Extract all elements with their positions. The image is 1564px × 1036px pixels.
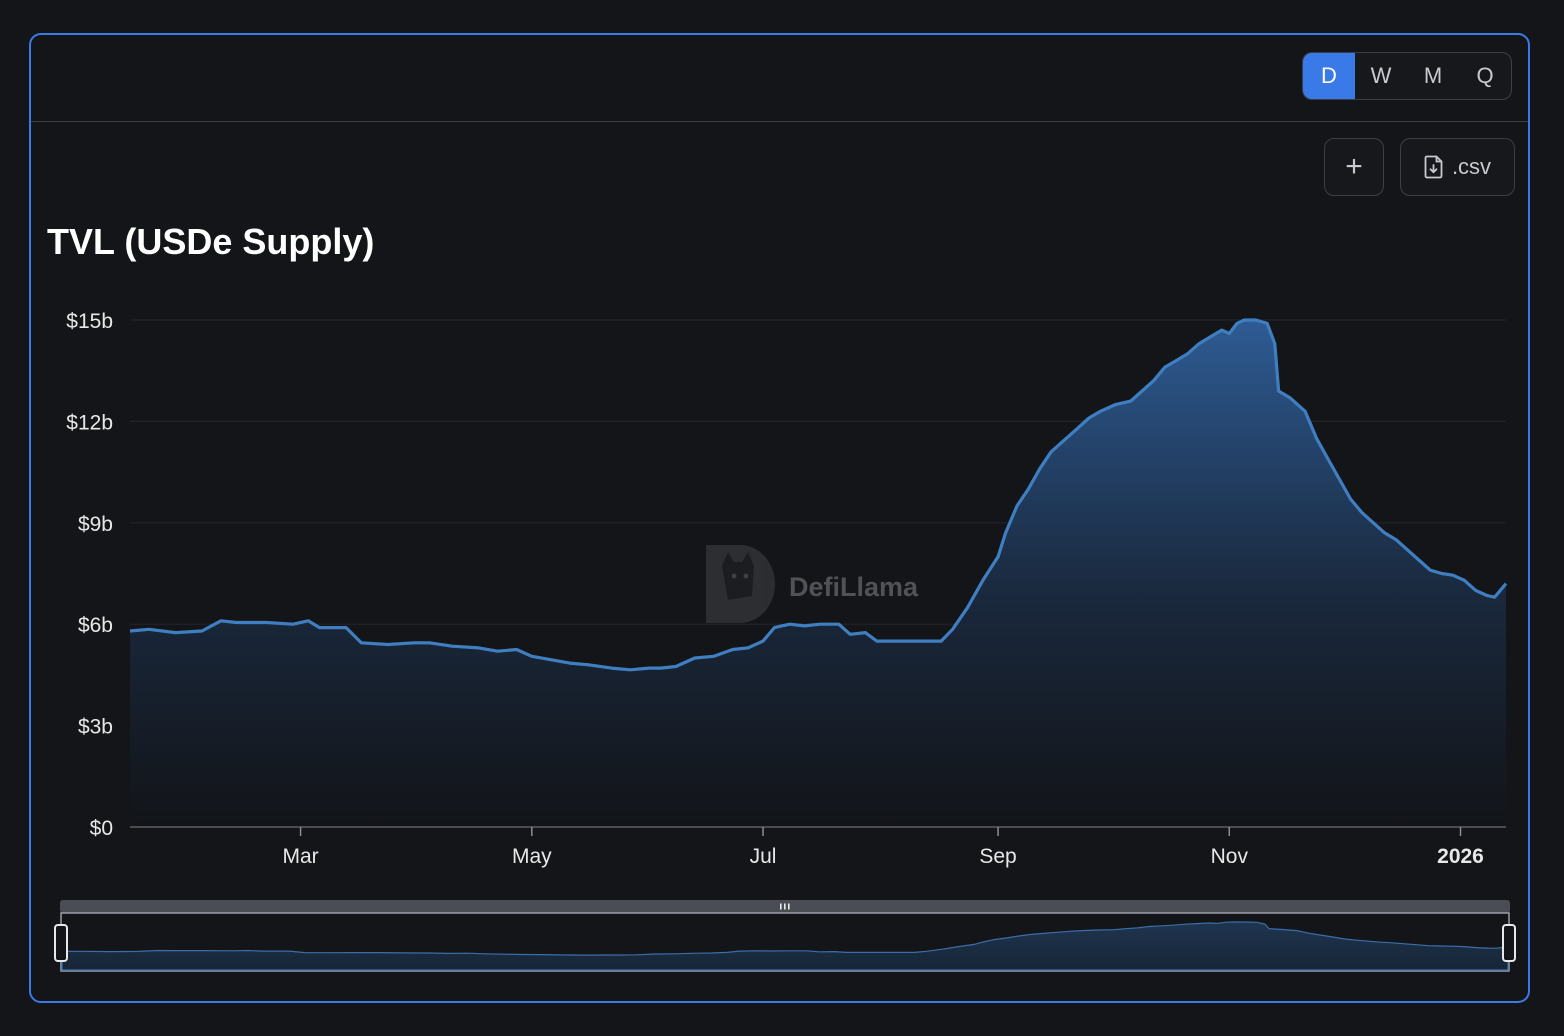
x-tick-label: Jul (750, 845, 777, 868)
y-tick-label: $3b (78, 716, 113, 739)
llama-logo-icon (706, 545, 775, 623)
chart-canvas: $0 $3b $6b $9b $12b $15b DefiLlama Mar May Jul S… (54, 310, 1516, 972)
range-slider[interactable] (54, 900, 1516, 972)
watermark-text: DefiLlama (789, 572, 919, 602)
x-tick-label: May (512, 845, 552, 868)
y-tick-label: $0 (90, 817, 113, 840)
x-tick-label: Sep (979, 845, 1016, 868)
overview-area (61, 921, 1509, 971)
y-tick-label: $9b (78, 513, 113, 536)
y-tick-label: $6b (78, 614, 113, 637)
range-handle-left[interactable] (54, 924, 68, 962)
y-axis: $0 $3b $6b $9b $12b $15b (66, 310, 113, 840)
y-tick-label: $15b (66, 310, 113, 333)
y-tick-label: $12b (66, 411, 113, 434)
watermark: DefiLlama (706, 545, 919, 623)
range-handle-right[interactable] (1502, 924, 1516, 962)
x-tick-label: 2026 (1437, 845, 1484, 868)
x-tick-label: Mar (282, 845, 318, 868)
range-drag-grip-icon[interactable] (780, 903, 790, 910)
x-axis: Mar May Jul Sep Nov 2026 (282, 827, 1484, 868)
x-tick-label: Nov (1211, 845, 1249, 868)
